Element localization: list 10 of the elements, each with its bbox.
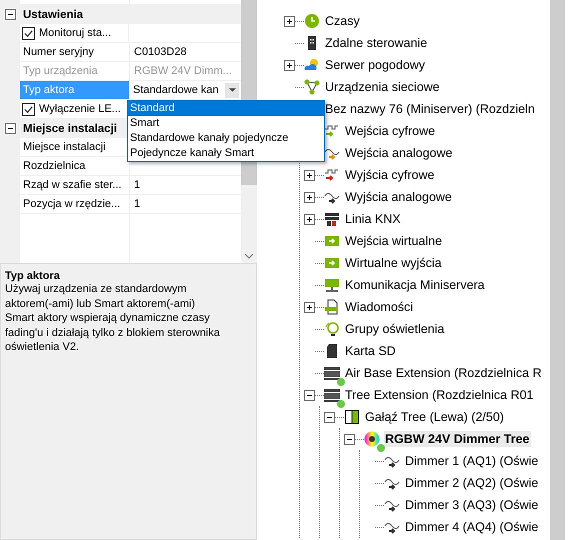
property-value: 1 bbox=[134, 179, 140, 191]
property-value: RGBW 24V Dimm... bbox=[134, 65, 232, 77]
description-text: Używaj urządzenia ze standardowym aktorem(-ami) lub Smart aktorem(-ami) Smart aktory wspierają dynamiczne czasy fading'u i działają tylko z blokiem sterownika oświetlenia V2. bbox=[5, 282, 221, 354]
property-value: 1 bbox=[134, 198, 140, 210]
property-label: Monitoruj sta... bbox=[39, 27, 112, 39]
group-title: Ustawienia bbox=[22, 8, 84, 22]
description-title: Typ aktora bbox=[5, 270, 61, 282]
property-value: C0103D28 bbox=[134, 46, 187, 58]
group-title: Miejsce instalacji bbox=[22, 122, 117, 136]
property-label: Wyłączenie LE... bbox=[39, 103, 121, 115]
